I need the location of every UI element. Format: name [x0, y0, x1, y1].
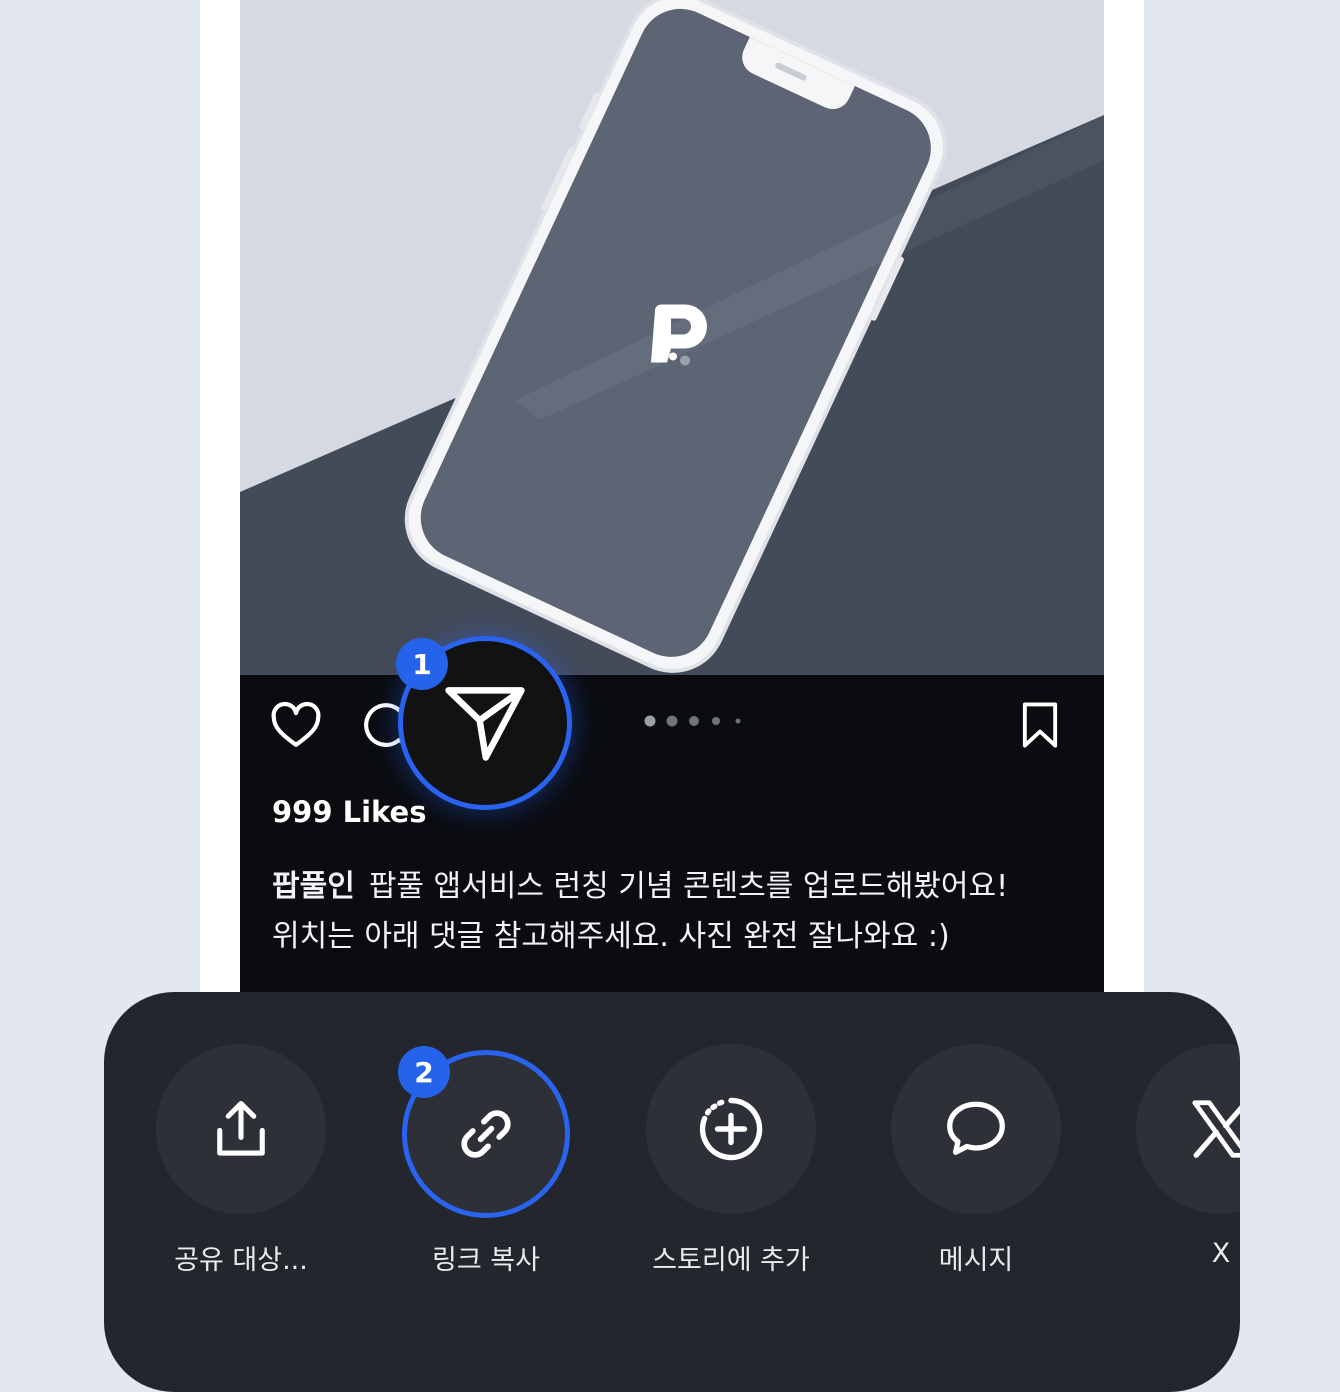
share-upload-icon	[217, 1100, 265, 1156]
share-to-button[interactable]	[156, 1044, 326, 1214]
x-logo-icon	[1192, 1100, 1240, 1158]
post-caption: 팝풀인 팝풀 앱서비스 런칭 기념 콘텐츠를 업로드해봤어요! 위치는 아래 댓글…	[272, 862, 1072, 962]
message-label: 메시지	[938, 1245, 1014, 1276]
likes-count[interactable]: 999 Likes	[272, 795, 427, 829]
chat-bubble-icon	[947, 1101, 1005, 1155]
phone-mockup-illustration	[240, 0, 1104, 675]
step-badge-2: 2	[398, 1046, 450, 1098]
share-item-add-to-story[interactable]: 스토리에 추가	[646, 1044, 816, 1284]
like-button[interactable]	[268, 697, 324, 753]
caption-line-1: 팝풀 앱서비스 런칭 기념 콘텐츠를 업로드해봤어요!	[368, 869, 1009, 904]
share-sheet: 공유 대상... 링크 복사 스토리에 추가 메시지 X	[104, 992, 1240, 1392]
post-image[interactable]	[240, 0, 1104, 675]
add-to-story-button[interactable]	[646, 1044, 816, 1214]
x-label: X	[1211, 1238, 1231, 1269]
caption-line-2: 위치는 아래 댓글 참고해주세요. 사진 완전 잘나와요 :)	[272, 919, 950, 954]
post-username[interactable]: 팝풀인	[272, 869, 355, 904]
add-to-story-label: 스토리에 추가	[652, 1245, 810, 1276]
step-badge-1: 1	[396, 638, 448, 690]
post-actions-bar	[240, 675, 1104, 775]
share-to-label: 공유 대상...	[174, 1245, 308, 1276]
share-item-x[interactable]: X	[1136, 1044, 1240, 1284]
x-share-button[interactable]	[1136, 1044, 1240, 1214]
share-item-message[interactable]: 메시지	[891, 1044, 1061, 1284]
message-button[interactable]	[891, 1044, 1061, 1214]
share-item-share-to[interactable]: 공유 대상...	[156, 1044, 326, 1284]
link-icon	[461, 1110, 511, 1158]
bookmark-button[interactable]	[1012, 697, 1068, 753]
paper-plane-icon	[445, 687, 525, 761]
copy-link-label: 링크 복사	[432, 1245, 540, 1276]
heart-icon	[271, 701, 321, 747]
story-add-icon	[699, 1097, 763, 1161]
carousel-indicator	[644, 715, 741, 727]
bookmark-icon	[1022, 702, 1058, 748]
